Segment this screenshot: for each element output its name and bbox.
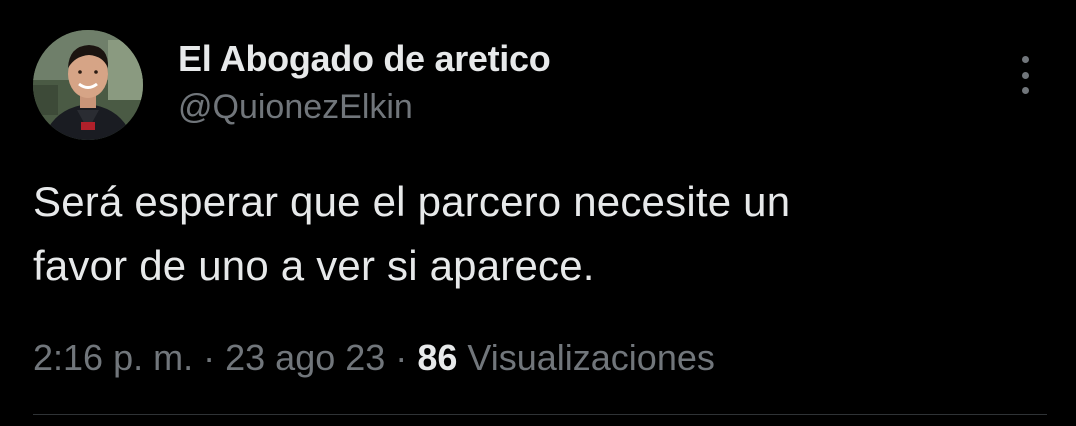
more-options-button[interactable]	[1005, 52, 1045, 98]
tweet-metadata: 2:16 p. m. · 23 ago 23 · 86 Visualizacio…	[33, 334, 715, 382]
display-name[interactable]: El Abogado de aretico	[178, 38, 551, 80]
tweet-text: Será esperar que el parcero necesite un …	[33, 170, 1043, 298]
tweet-date[interactable]: 23 ago 23	[225, 337, 385, 378]
views-count: 86	[417, 337, 458, 378]
more-vertical-icon-dot	[1021, 87, 1029, 94]
tweet-time[interactable]: 2:16 p. m.	[33, 337, 193, 378]
meta-separator: ·	[395, 337, 408, 378]
views-label: Visualizaciones	[467, 337, 715, 378]
tweet-text-line: Será esperar que el parcero necesite un	[33, 178, 791, 225]
profile-photo-icon	[33, 30, 143, 140]
avatar[interactable]	[33, 30, 143, 140]
divider	[33, 414, 1047, 415]
meta-separator: ·	[203, 337, 216, 378]
tweet-text-line: favor de uno a ver si aparece.	[33, 242, 595, 289]
tweet: El Abogado de aretico @QuionezElkin Será…	[0, 0, 1076, 426]
user-handle[interactable]: @QuionezElkin	[178, 86, 550, 128]
more-vertical-icon-dot	[1021, 71, 1029, 79]
more-vertical-icon	[1021, 56, 1029, 63]
author-header: El Abogado de aretico @QuionezElkin	[178, 38, 551, 128]
